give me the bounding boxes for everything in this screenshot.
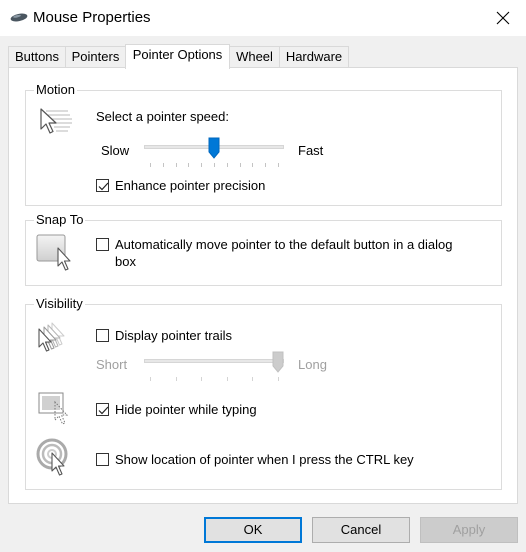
tab-wheel[interactable]: Wheel (229, 46, 280, 67)
checkmark-icon (98, 182, 109, 191)
fast-label: Fast (298, 143, 324, 158)
pointer-speed-icon (40, 108, 72, 134)
checkmark-icon (98, 406, 109, 415)
motion-group-label: Motion (34, 82, 78, 98)
snap-to-label-line1[interactable]: Automatically move pointer to the defaul… (115, 236, 453, 253)
enhance-precision-checkbox[interactable] (96, 179, 109, 192)
ok-button[interactable]: OK (204, 517, 302, 543)
snap-to-group-label: Snap To (34, 212, 86, 228)
snap-to-group: Snap To Automatically move pointer to th… (25, 212, 502, 286)
slow-label: Slow (101, 143, 130, 158)
slider-tick (150, 377, 151, 381)
short-label: Short (96, 357, 128, 372)
slider-tick (239, 163, 241, 167)
pointer-trails-slider[interactable] (144, 349, 284, 389)
hide-pointer-checkbox[interactable] (96, 403, 109, 416)
slider-tick (226, 377, 228, 381)
tab-panel-pointer-options: Motion Select a pointer speed: Slow Fast… (8, 67, 518, 504)
enhance-precision-label[interactable]: Enhance pointer precision (115, 177, 265, 194)
pointer-trails-icon (38, 322, 65, 352)
tab-hardware[interactable]: Hardware (279, 46, 349, 67)
slider-tick (175, 163, 177, 167)
pointer-location-icon (36, 438, 68, 476)
slider-tick (278, 377, 279, 381)
pointer-speed-slider[interactable] (144, 135, 284, 175)
mouse-icon (10, 13, 28, 22)
show-location-label[interactable]: Show location of pointer when I press th… (115, 451, 414, 468)
slider-tick (201, 163, 203, 167)
hide-pointer-icon (38, 392, 69, 425)
pointer-trails-label[interactable]: Display pointer trails (115, 327, 232, 344)
slider-tick (214, 163, 215, 167)
pointer-trails-checkbox[interactable] (96, 329, 109, 342)
pointer-speed-thumb[interactable] (208, 137, 220, 159)
visibility-group: Visibility Display pointer trails Short … (25, 296, 502, 490)
slider-tick (201, 377, 203, 381)
tab-buttons[interactable]: Buttons (8, 46, 66, 67)
show-location-checkbox[interactable] (96, 453, 109, 466)
apply-button[interactable]: Apply (420, 517, 518, 543)
slider-tick (150, 163, 151, 167)
hide-pointer-label[interactable]: Hide pointer while typing (115, 401, 257, 418)
motion-group: Motion Select a pointer speed: Slow Fast… (25, 82, 502, 206)
window-title: Mouse Properties (33, 9, 151, 26)
close-button[interactable] (480, 0, 526, 36)
tab-pointers[interactable]: Pointers (65, 46, 126, 67)
cancel-button[interactable]: Cancel (312, 517, 410, 543)
tab-pointer-options[interactable]: Pointer Options (125, 44, 230, 69)
pointer-speed-label: Select a pointer speed: (96, 109, 229, 124)
slider-tick (226, 163, 228, 167)
slider-tick (252, 377, 254, 381)
slider-tick (175, 377, 177, 381)
pointer-trails-thumb[interactable] (272, 351, 284, 373)
title-bar: Mouse Properties (0, 0, 526, 36)
visibility-group-label: Visibility (34, 296, 85, 312)
pointer-trails-track[interactable] (144, 359, 284, 363)
snap-to-label-line2[interactable]: box (115, 253, 136, 270)
snap-to-icon (36, 234, 71, 271)
slider-tick (162, 163, 164, 167)
slider-tick (265, 163, 267, 167)
slider-tick (188, 163, 190, 167)
snap-to-checkbox[interactable] (96, 238, 109, 251)
close-icon (496, 11, 510, 25)
long-label: Long (298, 357, 327, 372)
slider-tick (278, 163, 279, 167)
slider-tick (252, 163, 254, 167)
